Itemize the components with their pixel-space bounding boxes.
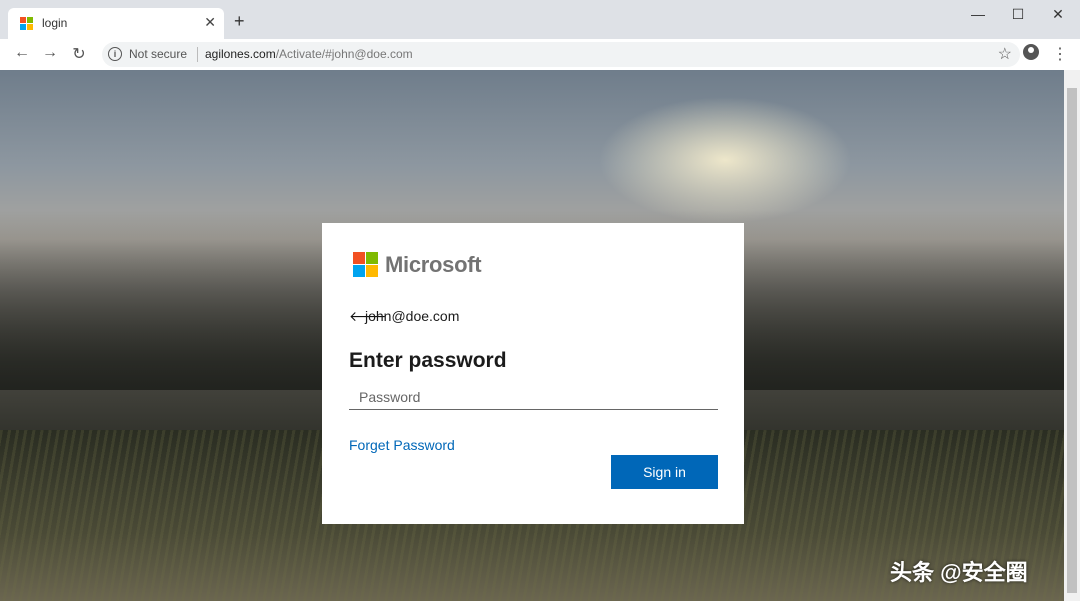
url-text[interactable]: agilones.com/Activate/#john@doe.com — [205, 47, 413, 61]
page-title: Enter password — [349, 349, 507, 372]
security-label: Not secure — [129, 47, 188, 61]
login-card: Microsoft 🡐 john@doe.com Enter password … — [322, 223, 744, 524]
forward-icon[interactable]: → — [40, 44, 60, 62]
title-bar: login ✕ + — ☐ ✕ — [0, 0, 1080, 39]
brand-name: Microsoft — [385, 252, 482, 277]
url-path: /Activate/#john@doe.com — [275, 47, 413, 61]
account-icon[interactable] — [1023, 44, 1039, 60]
browser-chrome: login ✕ + — ☐ ✕ ← → ↻ i Not secure agilo… — [0, 0, 1080, 71]
info-icon[interactable]: i — [108, 47, 122, 61]
address-bar[interactable]: i Not secure agilones.com/Activate/#john… — [102, 42, 1020, 67]
sign-in-button[interactable]: Sign in — [611, 455, 718, 489]
forget-password-link[interactable]: Forget Password — [349, 437, 455, 453]
url-domain: agilones.com — [205, 47, 276, 61]
maximize-icon[interactable]: ☐ — [1006, 6, 1030, 23]
scrollbar-thumb[interactable] — [1067, 88, 1077, 593]
close-window-icon[interactable]: ✕ — [1046, 6, 1070, 23]
identity-email[interactable]: john@doe.com — [365, 308, 459, 324]
minimize-icon[interactable]: — — [966, 6, 990, 22]
password-input[interactable] — [349, 384, 718, 410]
bookmark-star-icon[interactable]: ☆ — [998, 44, 1012, 64]
tab-title: login — [42, 16, 68, 30]
back-icon[interactable]: ← — [12, 44, 32, 62]
separator — [197, 47, 198, 62]
new-tab-button[interactable]: + — [234, 12, 245, 30]
browser-toolbar: ← → ↻ i Not secure agilones.com/Activate… — [0, 39, 1080, 71]
microsoft-logo-icon — [353, 252, 379, 278]
scrollbar[interactable] — [1064, 70, 1080, 601]
reload-icon[interactable]: ↻ — [69, 44, 89, 64]
tab-login[interactable]: login ✕ — [8, 8, 224, 39]
tab-close-icon[interactable]: ✕ — [204, 14, 216, 31]
microsoft-favicon-icon — [20, 17, 34, 31]
watermark: 头条 @安全圈 — [890, 560, 1028, 585]
menu-icon[interactable]: ⋮ — [1052, 44, 1068, 64]
